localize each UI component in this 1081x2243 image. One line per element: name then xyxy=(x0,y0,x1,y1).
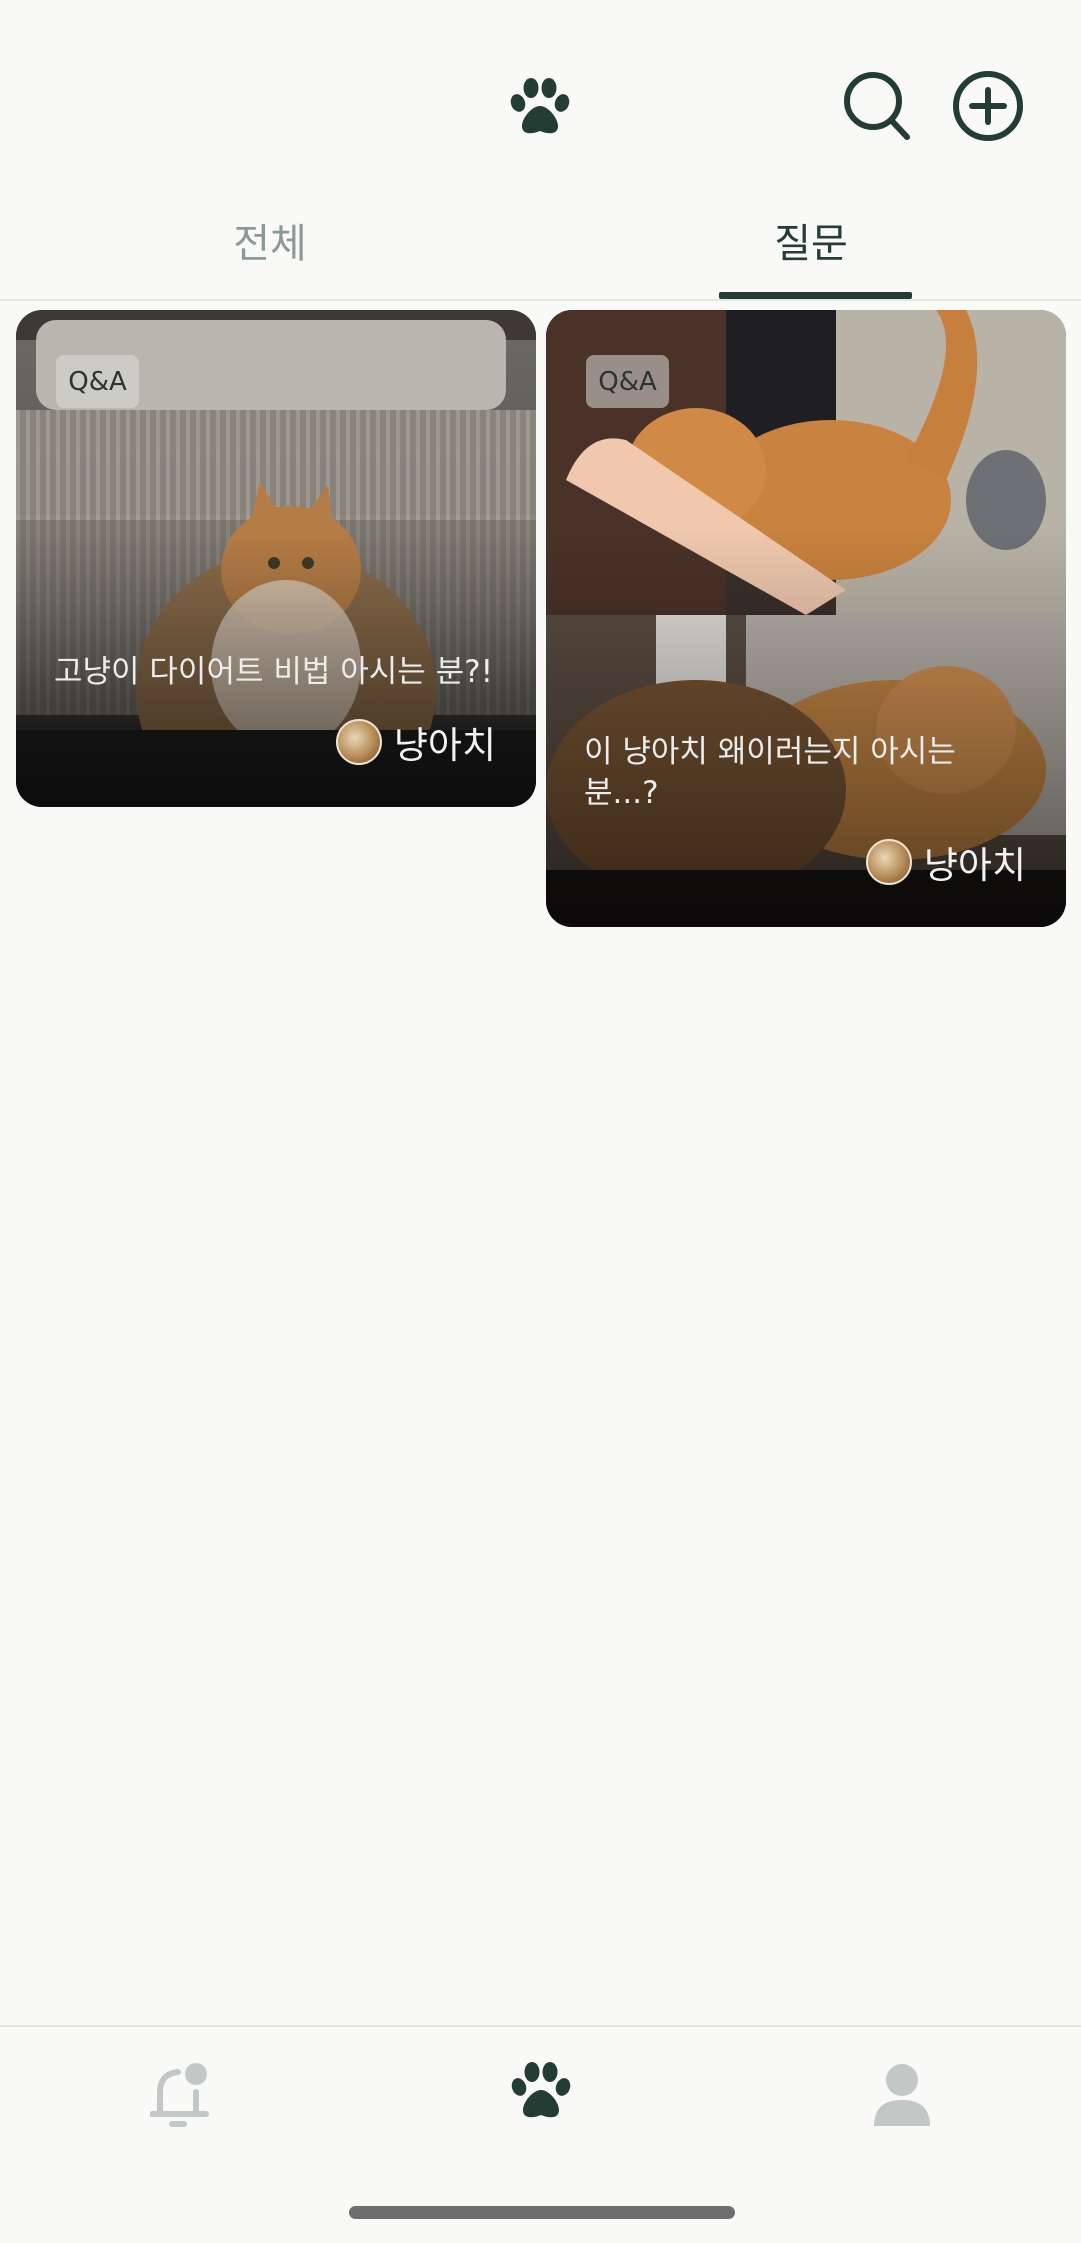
search-button[interactable] xyxy=(842,70,912,142)
category-tabs: 전체 질문 xyxy=(0,180,1081,301)
post-author: 냥아치 xyxy=(335,715,496,769)
plus-circle-icon xyxy=(953,71,1023,141)
nav-home[interactable] xyxy=(511,2062,571,2128)
tab-question[interactable]: 질문 xyxy=(541,180,1081,299)
app-header xyxy=(0,0,1081,180)
post-card[interactable]: Q&A 고냥이 다이어트 비법 아시는 분?! 냥아치 xyxy=(16,310,536,807)
nav-profile[interactable] xyxy=(872,2062,932,2128)
person-icon xyxy=(874,2064,930,2126)
paw-icon xyxy=(511,2062,571,2118)
avatar xyxy=(335,719,382,765)
avatar xyxy=(865,839,912,885)
post-author: 냥아치 xyxy=(865,835,1026,889)
author-name: 냥아치 xyxy=(393,724,496,767)
search-icon xyxy=(844,72,910,140)
paw-icon xyxy=(510,78,570,136)
post-card[interactable]: Q&A 이 냥아치 왜이러는지 아시는 분...? 냥아치 xyxy=(546,310,1066,927)
active-tab-indicator xyxy=(719,292,912,299)
home-indicator xyxy=(349,2206,735,2219)
post-title: 이 냥아치 왜이러는지 아시는 분...? xyxy=(584,734,956,811)
add-post-button[interactable] xyxy=(952,70,1024,142)
nav-notifications[interactable] xyxy=(149,2062,210,2128)
bell-icon xyxy=(149,2063,209,2127)
post-title: 고냥이 다이어트 비법 아시는 분?! xyxy=(54,654,494,690)
qa-badge: Q&A xyxy=(586,355,669,408)
qa-badge: Q&A xyxy=(56,355,139,408)
author-name: 냥아치 xyxy=(923,844,1026,887)
tab-all[interactable]: 전체 xyxy=(0,180,540,299)
